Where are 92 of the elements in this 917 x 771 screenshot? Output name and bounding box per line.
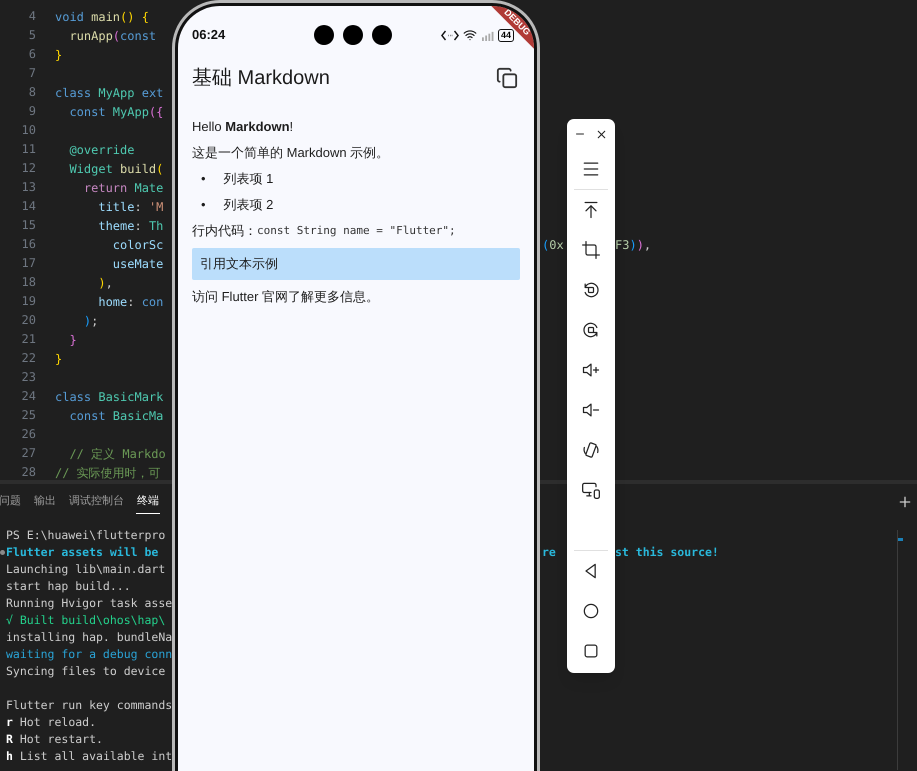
camera-icon [314, 25, 334, 45]
paragraph: 访问 Flutter 官网了解更多信息。 [192, 288, 380, 306]
terminal-line: installing hap. bundleNa [6, 630, 172, 644]
code-line: useMate [112, 256, 164, 270]
line-number: 17 [20, 255, 36, 272]
code-line: title: 'M [97, 200, 164, 214]
line-number: 9 [28, 103, 36, 120]
panel-tab[interactable]: 问题 [0, 490, 22, 514]
line-number: 24 [20, 388, 36, 405]
terminal-line: Syncing files to device [6, 664, 166, 678]
terminal-line: re [542, 544, 556, 559]
code-line: class MyApp ext [55, 86, 164, 100]
code-line: (0x [542, 238, 564, 252]
copy-icon[interactable] [496, 67, 518, 89]
terminal-line: st this source! [615, 544, 719, 559]
panel-tab[interactable]: 输出 [33, 490, 57, 514]
line-number: 13 [20, 179, 36, 196]
line-number: 22 [20, 350, 36, 367]
app-title: 基础 Markdown [192, 66, 331, 91]
terminal-line: √ Built build\ohos\hap\ [6, 612, 166, 627]
terminal-line: start hap build... [6, 578, 131, 593]
code-line: class BasicMark [55, 390, 164, 404]
list-item: 列表项 1 [224, 170, 274, 188]
code-line: } [55, 48, 62, 62]
code-line: } [68, 332, 77, 346]
line-number: 11 [20, 141, 36, 158]
line-number: 7 [28, 65, 36, 82]
code-line: const BasicMa [68, 408, 164, 422]
paragraph: Hello Markdown! [192, 118, 294, 136]
line-number: 19 [20, 293, 36, 310]
line-number: 28 [20, 464, 36, 481]
terminal-line: waiting for a debug conn [6, 646, 172, 661]
panel-tab[interactable]: 调试控制台 [68, 490, 125, 514]
line-number: 18 [20, 274, 36, 291]
code-line: runApp(const [68, 28, 156, 42]
line-number: 15 [20, 217, 36, 234]
devices-icon[interactable] [581, 480, 601, 500]
line-number: 8 [28, 84, 36, 101]
code-line: colorSc [112, 238, 164, 252]
paragraph: 这是一个简单的 Markdown 示例。 [192, 144, 390, 162]
line-number: 25 [20, 407, 36, 424]
line-number: 21 [20, 331, 36, 348]
line-number: 12 [20, 160, 36, 177]
line-number: 10 [20, 122, 36, 139]
line-number: 26 [20, 426, 36, 443]
blockquote: 引用文本示例 [192, 248, 520, 280]
code-line: } [55, 352, 62, 366]
line-number: 23 [20, 369, 36, 386]
line-number: 27 [20, 445, 36, 462]
terminal-line: Flutter assets will be [6, 544, 158, 559]
terminal-line: R Hot restart. [6, 732, 103, 746]
list-item: 列表项 2 [224, 196, 274, 214]
code-line: const MyApp({ [68, 104, 164, 118]
bullet-mark: • [201, 196, 206, 214]
code-line: ); [82, 314, 98, 328]
crop-icon[interactable] [581, 240, 601, 260]
code-icon [440, 30, 459, 40]
code-line: // 实际使用时，可 [55, 466, 161, 480]
bullet-mark: • [201, 170, 206, 188]
camera-icon [372, 25, 392, 45]
phone-shake-icon[interactable] [581, 440, 601, 460]
code-line: @override [68, 142, 134, 156]
code-line: Widget build( [68, 162, 164, 176]
inline-code-label: 行内代码： [192, 222, 257, 240]
terminal-line: h List all available int [6, 748, 172, 763]
signal-icon [480, 30, 494, 40]
line-number: 4 [28, 8, 36, 25]
terminal-line: PS E:\huawei\flutterpro [6, 528, 166, 542]
new-terminal-icon[interactable] [897, 494, 913, 510]
code-line: theme: Th [97, 218, 164, 232]
code-line: void main() { [55, 10, 149, 24]
close-icon[interactable] [595, 128, 608, 140]
code-line: return Mate [82, 180, 164, 194]
terminal-line: Flutter run key commands [6, 698, 172, 712]
line-number: 16 [20, 236, 36, 253]
code-line: ), [97, 276, 113, 290]
status-time: 06:24 [192, 26, 226, 44]
line-number: 14 [20, 198, 36, 215]
inline-code: const String name = "Flutter"; [257, 222, 456, 239]
code-line: home: con [97, 294, 164, 308]
line-number: 6 [28, 46, 36, 63]
code-line: F3)), [615, 238, 652, 252]
panel-tab[interactable]: 终端 [136, 490, 160, 514]
terminal-line: r Hot reload. [6, 714, 96, 729]
wifi-icon [462, 28, 477, 42]
line-number: 20 [20, 312, 36, 329]
terminal-line: Running Hvigor task asse [6, 596, 172, 610]
home-icon[interactable] [581, 601, 601, 621]
terminal-line: Launching lib\main.dart [6, 562, 166, 576]
line-number: 5 [28, 27, 36, 44]
code-line: // 定义 Markdo [68, 446, 166, 460]
camera-icon [343, 25, 364, 45]
